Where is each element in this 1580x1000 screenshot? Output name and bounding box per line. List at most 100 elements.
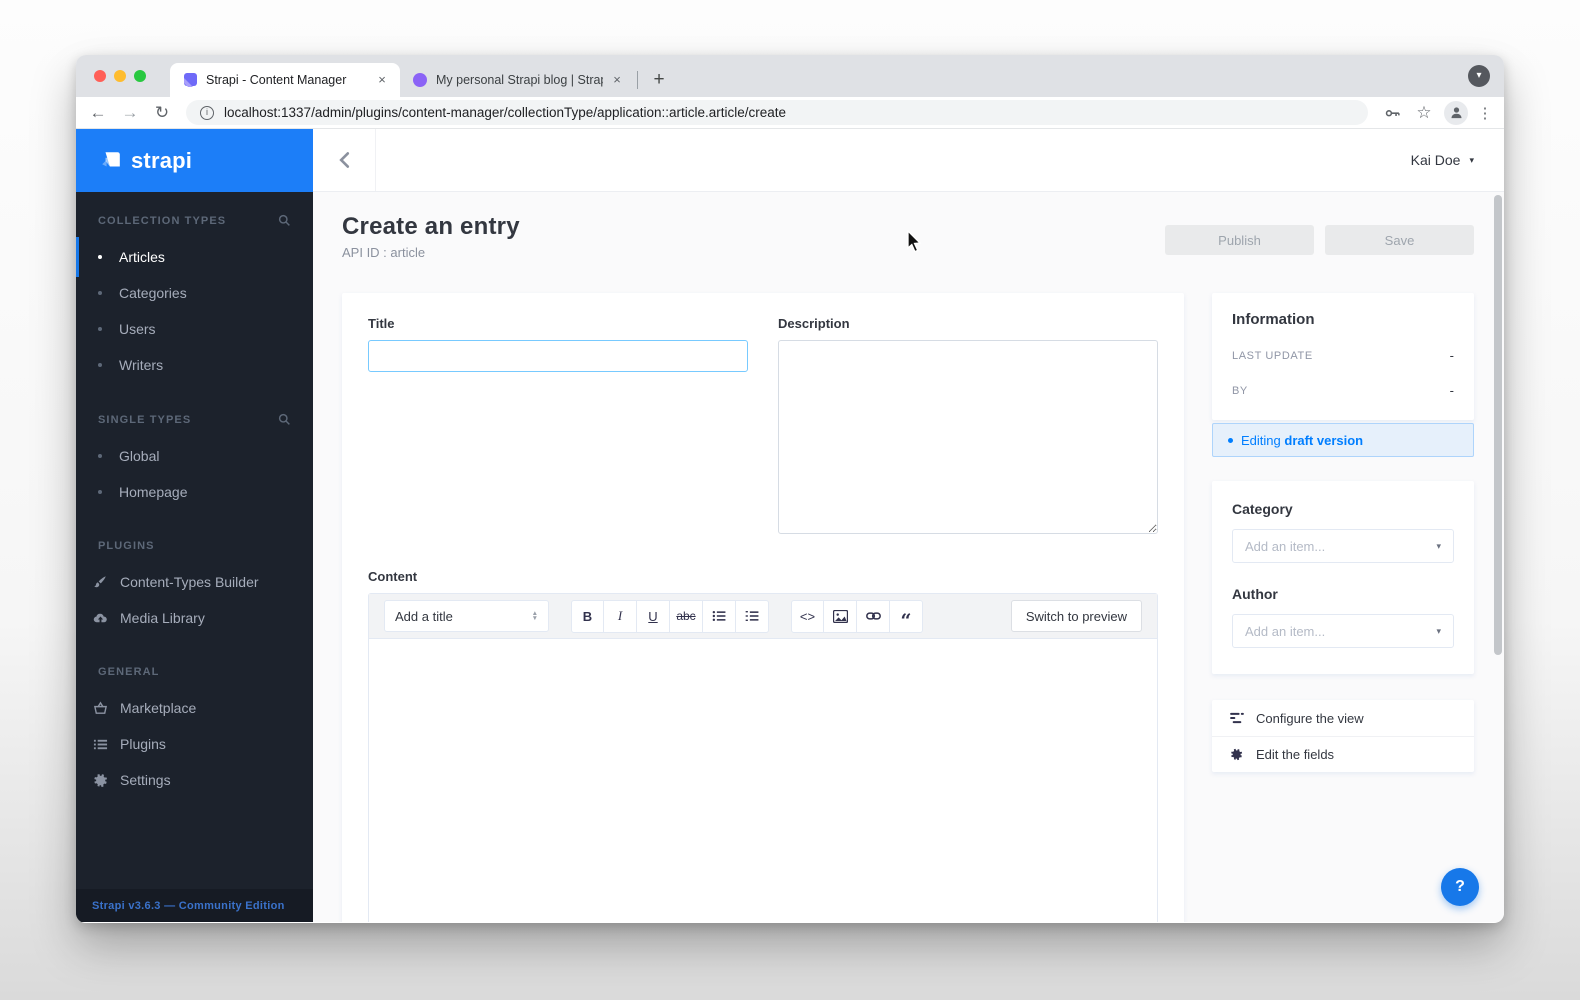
entry-form-card: Title Description Content Add a title ▲ … [342,293,1184,922]
profile-avatar[interactable] [1444,100,1468,125]
sidebar-item-writers[interactable]: Writers [76,347,313,383]
bullet-icon [98,255,102,259]
configure-view-link[interactable]: Configure the view [1212,700,1474,736]
chevron-down-icon: ▾ [1469,154,1474,165]
bold-button[interactable]: B [571,599,604,633]
browser-tabstrip: Strapi - Content Manager × My personal S… [76,55,1504,97]
bullet-icon [98,363,102,367]
search-icon[interactable] [278,413,291,426]
save-button[interactable]: Save [1325,225,1474,255]
sidebar-item-label: Users [119,321,156,337]
api-id-subtitle: API ID : article [342,245,426,260]
bullet-icon [98,454,102,458]
ordered-list-button[interactable] [736,599,769,633]
image-button[interactable] [824,599,857,633]
edit-fields-link[interactable]: Edit the fields [1212,736,1474,772]
chevron-down-icon: ▾ [1436,625,1441,636]
sidebar-item-homepage[interactable]: Homepage [76,474,313,510]
heading-select-value: Add a title [395,608,453,624]
close-window-button[interactable] [94,70,106,82]
sidebar-item-settings[interactable]: Settings [76,762,313,798]
help-button[interactable]: ? [1441,868,1479,906]
sidebar-item-global[interactable]: Global [76,438,313,474]
category-select[interactable]: Add an item... ▾ [1232,529,1454,563]
stepper-icon: ▲ ▼ [531,610,538,622]
heading-select[interactable]: Add a title ▲ ▼ [384,600,549,632]
tab-strapi-content-manager[interactable]: Strapi - Content Manager × [170,63,400,97]
tab-search-button[interactable]: ▾ [1468,65,1490,87]
relations-card: Category Add an item... ▾ Author Add an … [1212,481,1474,674]
italic-button[interactable]: I [604,599,637,633]
link-button[interactable] [857,599,890,633]
switch-to-preview-button[interactable]: Switch to preview [1010,600,1142,632]
bullet-list-button[interactable] [703,599,736,633]
tab-close-icon[interactable]: × [374,72,390,88]
scrollbar-thumb[interactable] [1494,195,1502,655]
bullet-icon [98,490,102,494]
strapi-favicon-icon [184,73,197,87]
editor-content-area[interactable] [369,639,1157,922]
minimize-window-button[interactable] [114,70,126,82]
basket-icon [92,700,108,716]
sidebar-item-plugins[interactable]: Plugins [76,726,313,762]
publish-button[interactable]: Publish [1165,225,1314,255]
back-icon[interactable]: ← [86,101,110,125]
draft-version-banner: Editing draft version [1212,423,1474,457]
sidebar-item-label: Articles [119,249,165,265]
browser-menu-icon[interactable]: ⋮ [1476,104,1494,122]
quote-button[interactable]: “ [890,599,923,633]
underline-button[interactable]: U [637,599,670,633]
new-tab-button[interactable]: + [646,67,672,93]
sidebar-item-label: Content-Types Builder [120,574,259,590]
search-icon[interactable] [278,214,291,227]
sidebar-item-label: Plugins [120,736,166,752]
information-heading: Information [1232,311,1315,328]
strapi-version-footer[interactable]: Strapi v3.6.3 — Community Edition [76,889,313,922]
sidebar-item-label: Settings [120,772,171,788]
title-input[interactable] [368,340,748,372]
bookmark-star-icon[interactable]: ☆ [1412,101,1436,125]
tab-close-icon[interactable]: × [609,72,625,88]
strapi-logo[interactable]: strapi [76,129,313,192]
user-menu[interactable]: Kai Doe ▾ [1411,152,1474,168]
sidebar-item-categories[interactable]: Categories [76,275,313,311]
author-select[interactable]: Add an item... ▾ [1232,614,1454,648]
chevron-left-icon [338,152,349,168]
sidebar-item-content-types-builder[interactable]: Content-Types Builder [76,564,313,600]
password-key-icon[interactable] [1380,101,1404,125]
author-label: Author [1232,586,1278,602]
browser-toolbar: ← → ↻ i localhost:1337/admin/plugins/con… [76,97,1504,129]
url-text: localhost:1337/admin/plugins/content-man… [224,105,787,120]
rich-text-editor: Add a title ▲ ▼ B I U abc <> “ Switch to… [368,593,1158,922]
sliders-icon [1229,712,1244,724]
forward-icon[interactable]: → [118,101,142,125]
page-info-icon[interactable]: i [200,105,214,120]
tab-title: My personal Strapi blog | Strap [436,73,603,87]
page-header: Create an entry API ID : article Publish… [342,213,1474,260]
sidebar-item-users[interactable]: Users [76,311,313,347]
sidebar-item-label: Global [119,448,160,464]
sidebar-item-media-library[interactable]: Media Library [76,600,313,636]
main-area: Kai Doe ▾ Create an entry API ID : artic… [313,129,1504,922]
zoom-window-button[interactable] [134,70,146,82]
general-heading: GENERAL [98,666,160,678]
dot-icon [1228,437,1233,443]
sidebar-item-label: Homepage [119,484,188,500]
url-bar[interactable]: i localhost:1337/admin/plugins/content-m… [186,100,1368,125]
sidebar-item-articles[interactable]: Articles [76,237,313,277]
sidebar-item-label: Media Library [120,610,205,626]
browser-window: Strapi - Content Manager × My personal S… [76,55,1504,923]
category-label: Category [1232,501,1293,517]
banner-bold: draft version [1284,432,1364,448]
bullet-icon [98,291,102,295]
description-textarea[interactable] [778,340,1158,534]
strikethrough-button[interactable]: abc [670,599,703,633]
sidebar-item-marketplace[interactable]: Marketplace [76,690,313,726]
sidebar-nav: COLLECTION TYPES Articles Categories Use… [76,192,313,889]
reload-icon[interactable]: ↻ [150,101,174,125]
code-button[interactable]: <> [791,599,824,633]
gear-icon [92,772,108,788]
go-back-button[interactable] [313,129,376,191]
tab-personal-blog[interactable]: My personal Strapi blog | Strap × [400,63,635,97]
information-card: Information LAST UPDATE - BY - [1212,293,1474,420]
